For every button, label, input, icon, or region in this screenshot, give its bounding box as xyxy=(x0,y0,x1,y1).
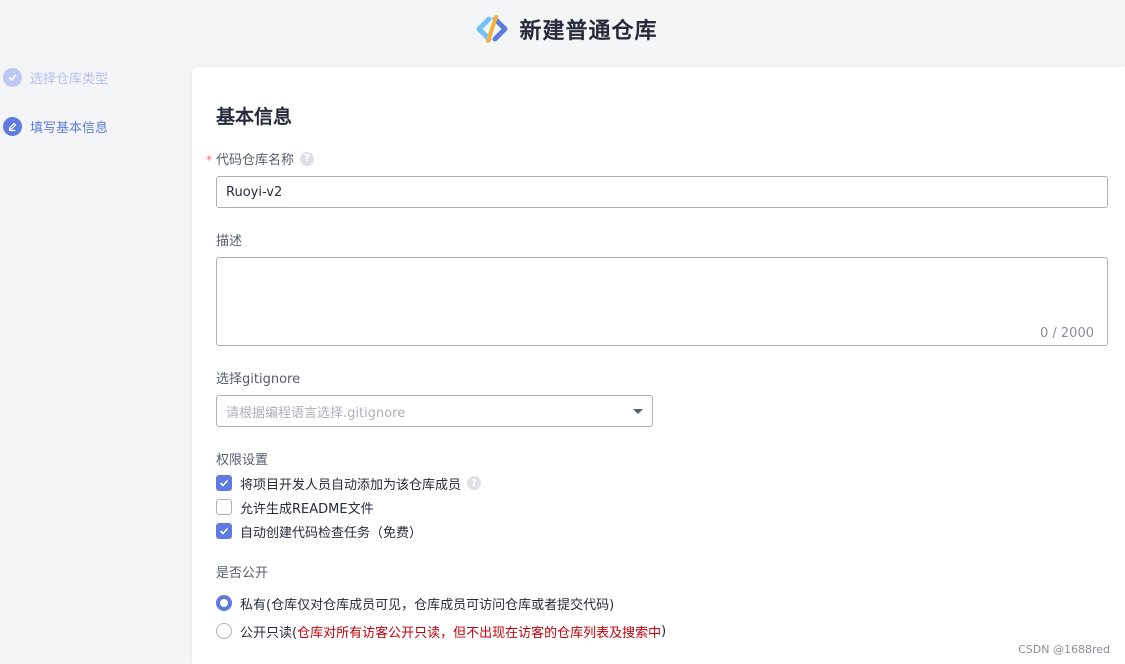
header: 新建普通仓库 xyxy=(0,0,1125,58)
checkbox-checked[interactable] xyxy=(216,475,232,491)
visibility-label: 是否公开 xyxy=(216,566,269,581)
form-panel: 基本信息 * 代码仓库名称 ? Ruoyi-v2 描述 0 / 2000 选择g… xyxy=(192,67,1125,664)
checkbox-unchecked[interactable] xyxy=(216,499,232,515)
option-label: 允许生成README文件 xyxy=(240,501,374,517)
radio-selected[interactable] xyxy=(216,595,232,611)
check-icon xyxy=(3,67,22,87)
section-title: 基本信息 xyxy=(216,106,293,128)
private-option[interactable]: 私有(仓库仅对仓库成员可见，仓库成员可访问仓库或者提交代码) xyxy=(216,594,615,613)
description-textarea[interactable]: 0 / 2000 xyxy=(216,257,1108,346)
help-icon[interactable]: ? xyxy=(467,476,482,490)
public-readonly-option[interactable]: 公开只读(仓库对所有访客公开只读，但不出现在访客的仓库列表及搜索中 ) xyxy=(216,622,667,641)
required-mark: * xyxy=(206,153,212,167)
option-label: 自动创建代码检查任务（免费） xyxy=(240,525,423,541)
repo-name-label: 代码仓库名称 ? xyxy=(216,149,315,168)
option-warning-text: 仓库对所有访客公开只读，但不出现在访客的仓库列表及搜索中 xyxy=(297,625,662,641)
permissions-label: 权限设置 xyxy=(216,453,269,468)
repo-name-label-text: 代码仓库名称 xyxy=(216,153,295,168)
option-label: 私有(仓库仅对仓库成员可见，仓库成员可访问仓库或者提交代码) xyxy=(240,597,615,613)
edit-icon xyxy=(3,116,22,136)
auto-code-check-option[interactable]: 自动创建代码检查任务（免费） xyxy=(216,522,423,541)
gitignore-select[interactable]: 请根据编程语言选择.gitignore xyxy=(216,395,653,427)
char-counter: 0 / 2000 xyxy=(1040,326,1094,341)
option-label-prefix: 公开只读( xyxy=(240,625,298,641)
step-label: 选择仓库类型 xyxy=(30,71,109,87)
caret-down-icon xyxy=(633,408,643,414)
generate-readme-option[interactable]: 允许生成README文件 xyxy=(216,498,374,517)
auto-add-members-option[interactable]: 将项目开发人员自动添加为该仓库成员 ? xyxy=(216,474,482,493)
devcloud-logo-icon xyxy=(476,15,508,43)
page-title: 新建普通仓库 xyxy=(519,19,658,44)
option-label: 将项目开发人员自动添加为该仓库成员 xyxy=(240,477,462,493)
radio-unselected[interactable] xyxy=(216,623,232,639)
watermark: CSDN @1688red xyxy=(1018,643,1110,656)
step-select-repo-type[interactable]: 选择仓库类型 xyxy=(3,66,183,88)
gitignore-label: 选择gitignore xyxy=(216,372,301,387)
step-nav: 选择仓库类型 填写基本信息 xyxy=(3,66,183,164)
step-fill-basic-info[interactable]: 填写基本信息 xyxy=(3,115,183,137)
step-label: 填写基本信息 xyxy=(30,120,109,136)
description-label: 描述 xyxy=(216,234,243,249)
checkbox-checked[interactable] xyxy=(216,523,232,539)
help-icon[interactable]: ? xyxy=(300,151,315,166)
gitignore-placeholder: 请根据编程语言选择.gitignore xyxy=(226,405,406,421)
option-label-suffix: ) xyxy=(661,623,667,639)
repo-name-input[interactable]: Ruoyi-v2 xyxy=(216,176,1108,208)
